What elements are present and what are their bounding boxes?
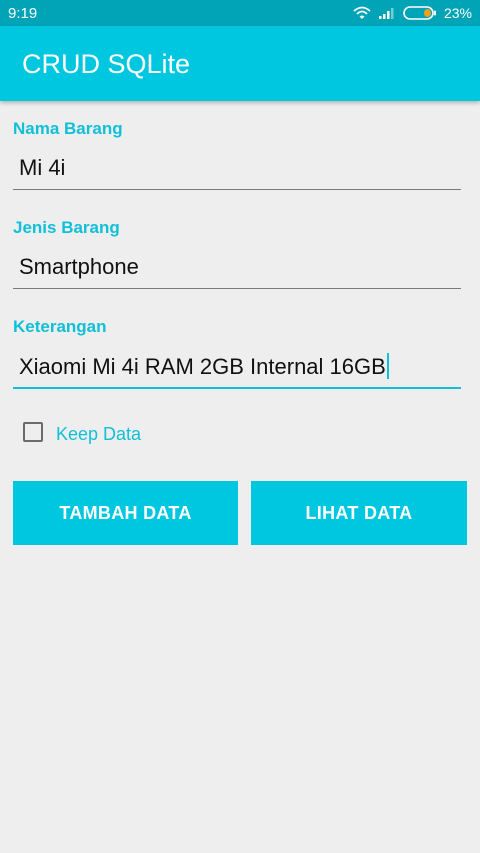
wifi-icon — [353, 6, 371, 19]
jenis-barang-value: Smartphone — [19, 254, 139, 279]
keterangan-value: Xiaomi Mi 4i RAM 2GB Internal 16GB — [19, 354, 386, 379]
jenis-barang-input[interactable]: Smartphone — [13, 248, 461, 289]
status-icons: 23% — [353, 4, 472, 22]
tambah-data-button[interactable]: TAMBAH DATA — [13, 481, 238, 545]
nama-barang-label: Nama Barang — [13, 119, 123, 138]
status-bar: 9:19 23% — [0, 0, 480, 26]
keep-data-label[interactable]: Keep Data — [56, 424, 141, 445]
status-time: 9:19 — [8, 5, 38, 22]
signal-icon — [378, 7, 394, 19]
keep-data-checkbox[interactable] — [23, 422, 43, 442]
jenis-barang-label: Jenis Barang — [13, 218, 120, 237]
keterangan-label: Keterangan — [13, 317, 107, 336]
battery-icon — [403, 6, 436, 20]
text-cursor — [386, 353, 389, 379]
keterangan-input[interactable]: Xiaomi Mi 4i RAM 2GB Internal 16GB — [13, 347, 461, 389]
app-bar: CRUD SQLite — [0, 26, 480, 101]
nama-barang-value: Mi 4i — [19, 155, 66, 180]
app-title: CRUD SQLite — [22, 49, 191, 79]
lihat-data-button[interactable]: LIHAT DATA — [251, 481, 467, 545]
battery-percent: 23% — [443, 5, 472, 21]
nama-barang-input[interactable]: Mi 4i — [13, 149, 461, 190]
